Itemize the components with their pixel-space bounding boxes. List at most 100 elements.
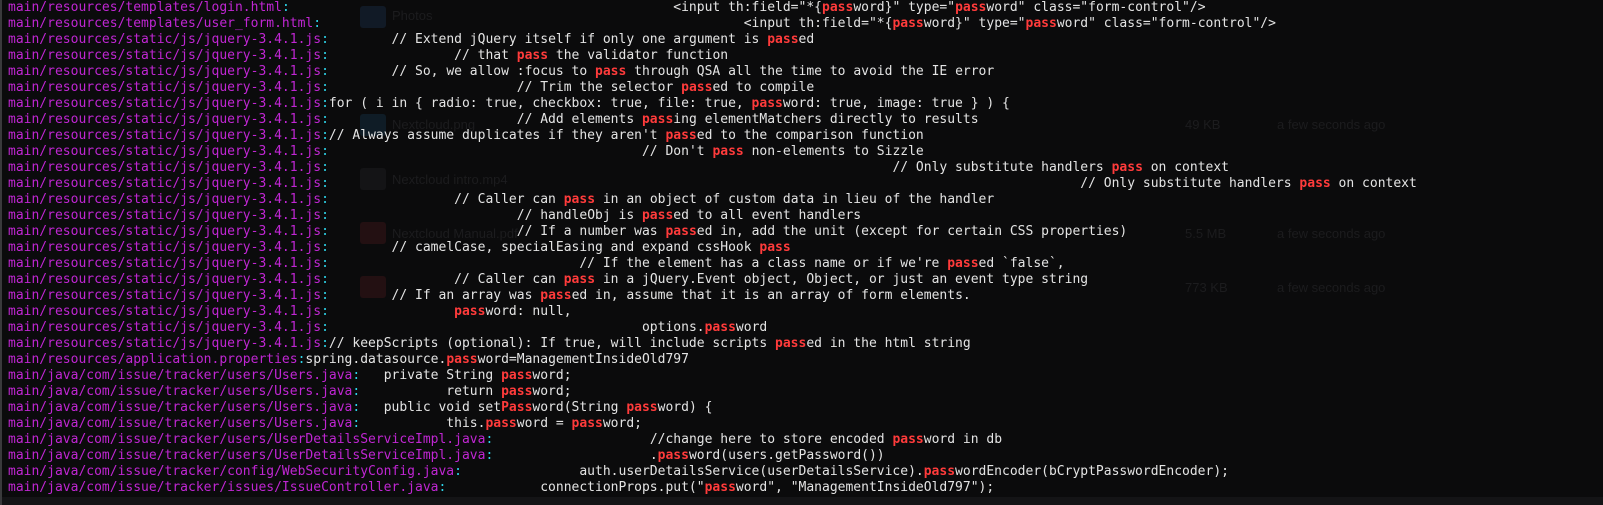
output-line: main/resources/static/js/jquery-3.4.1.js… [8, 336, 1417, 352]
grep-output: main/resources/templates/login.html: <in… [8, 0, 1417, 496]
file-path: main/resources/static/js/jquery-3.4.1.js [8, 176, 322, 191]
match-highlight: pass [1025, 16, 1057, 31]
separator-colon: : [454, 464, 462, 479]
match-highlight: pass [923, 464, 956, 479]
output-line: main/resources/static/js/jquery-3.4.1.js… [8, 256, 1417, 272]
code-text: ed `false`, [978, 256, 1065, 271]
code-text: // If an array was [391, 288, 541, 303]
code-text: word; [602, 416, 642, 431]
code-text: word}" type=" [923, 16, 1026, 31]
match-highlight: pass [626, 400, 658, 415]
match-highlight: pass [892, 432, 924, 447]
match-highlight: pass [947, 256, 979, 271]
code-text: for ( i in { radio: true, checkbox: true… [328, 96, 752, 111]
code-text: ed in the html string [806, 336, 971, 351]
file-path: main/java/com/issue/tracker/users/UserDe… [8, 432, 486, 447]
output-line: main/resources/templates/user_form.html:… [8, 16, 1417, 32]
output-line: main/java/com/issue/tracker/users/Users.… [8, 384, 1417, 400]
code-text: word [735, 320, 768, 335]
separator-colon: : [321, 144, 329, 159]
file-path: main/resources/static/js/jquery-3.4.1.js [8, 208, 322, 223]
output-line: main/java/com/issue/tracker/users/Users.… [8, 368, 1417, 384]
code-text: through QSA all the time to avoid the IE… [626, 64, 995, 79]
match-highlight: pass [501, 384, 533, 399]
separator-colon: : [321, 176, 329, 191]
file-path: main/resources/templates/user_form.html [8, 16, 314, 31]
separator-colon: : [281, 0, 290, 15]
match-highlight: pass [657, 448, 689, 463]
file-path: main/resources/static/js/jquery-3.4.1.js [8, 32, 322, 47]
code-text: ed [798, 32, 815, 47]
code-text: // Always assume duplicates if they aren… [328, 128, 666, 143]
match-highlight: pass [485, 416, 517, 431]
file-path: main/resources/static/js/jquery-3.4.1.js [8, 336, 322, 351]
match-highlight: pass [563, 192, 596, 207]
code-text: // Only substitute handlers [1080, 176, 1300, 191]
match-highlight: pass [641, 112, 674, 127]
output-line: main/resources/static/js/jquery-3.4.1.js… [8, 160, 1417, 176]
code-text: on context [1142, 160, 1229, 175]
file-path: main/resources/static/js/jquery-3.4.1.js [8, 80, 322, 95]
match-highlight: pass [501, 368, 533, 383]
match-highlight: pass [822, 0, 854, 15]
code-text: word=ManagementInsideOld797 [477, 352, 689, 367]
code-text: // Add elements [516, 112, 642, 127]
code-text: options. [641, 320, 705, 335]
file-path: main/resources/static/js/jquery-3.4.1.js [8, 272, 322, 287]
terminal-window[interactable]: Photos Nextcloud.png 49 KB a few seconds… [0, 0, 1603, 505]
match-highlight: pass [595, 64, 627, 79]
output-line: main/resources/templates/login.html: <in… [8, 0, 1417, 16]
match-highlight: pass [1111, 160, 1143, 175]
match-highlight: pass [446, 352, 478, 367]
file-path: main/java/com/issue/tracker/issues/Issue… [8, 480, 439, 495]
match-highlight: Pass [501, 400, 533, 415]
file-path: main/resources/static/js/jquery-3.4.1.js [8, 224, 322, 239]
code-text: <input th:field="*{ [673, 0, 822, 15]
code-text: // Trim the selector [516, 80, 682, 95]
file-path: main/resources/static/js/jquery-3.4.1.js [8, 112, 322, 127]
separator-colon: : [321, 112, 329, 127]
output-line: main/resources/static/js/jquery-3.4.1.js… [8, 320, 1417, 336]
output-line: main/resources/static/js/jquery-3.4.1.js… [8, 272, 1417, 288]
match-highlight: pass [775, 336, 807, 351]
file-path: main/resources/static/js/jquery-3.4.1.js [8, 256, 322, 271]
code-text: word; [532, 384, 572, 399]
match-highlight: pass [665, 224, 697, 239]
code-text: ed to compile [712, 80, 815, 95]
match-highlight: pass [516, 48, 549, 63]
output-line: main/resources/static/js/jquery-3.4.1.js… [8, 80, 1417, 96]
code-text: ing elementMatchers directly to results [673, 112, 979, 127]
code-text: ed to the comparison function [696, 128, 924, 143]
file-path: main/java/com/issue/tracker/users/UserDe… [8, 448, 486, 463]
output-line: main/resources/static/js/jquery-3.4.1.js… [8, 48, 1417, 64]
output-line: main/resources/static/js/jquery-3.4.1.js… [8, 64, 1417, 80]
code-text: // Don't [641, 144, 713, 159]
code-text: word: true, image: true } ) { [782, 96, 1010, 111]
code-text: word(users.getPassword()) [688, 448, 885, 463]
output-line: main/resources/static/js/jquery-3.4.1.js… [8, 192, 1417, 208]
code-text: // handleObj is [516, 208, 642, 223]
output-line: main/resources/static/js/jquery-3.4.1.js… [8, 208, 1417, 224]
file-path: main/resources/templates/login.html [8, 0, 282, 15]
match-highlight: pass [712, 144, 744, 159]
separator-colon: : [321, 272, 329, 287]
separator-colon: : [321, 320, 329, 335]
file-path: main/java/com/issue/tracker/config/WebSe… [8, 464, 455, 479]
code-text: // If the element has a class name or if… [579, 256, 948, 271]
code-text: spring.datasource. [305, 352, 447, 367]
code-text: wordEncoder(bCryptPasswordEncoder); [955, 464, 1229, 479]
separator-colon: : [321, 304, 329, 319]
